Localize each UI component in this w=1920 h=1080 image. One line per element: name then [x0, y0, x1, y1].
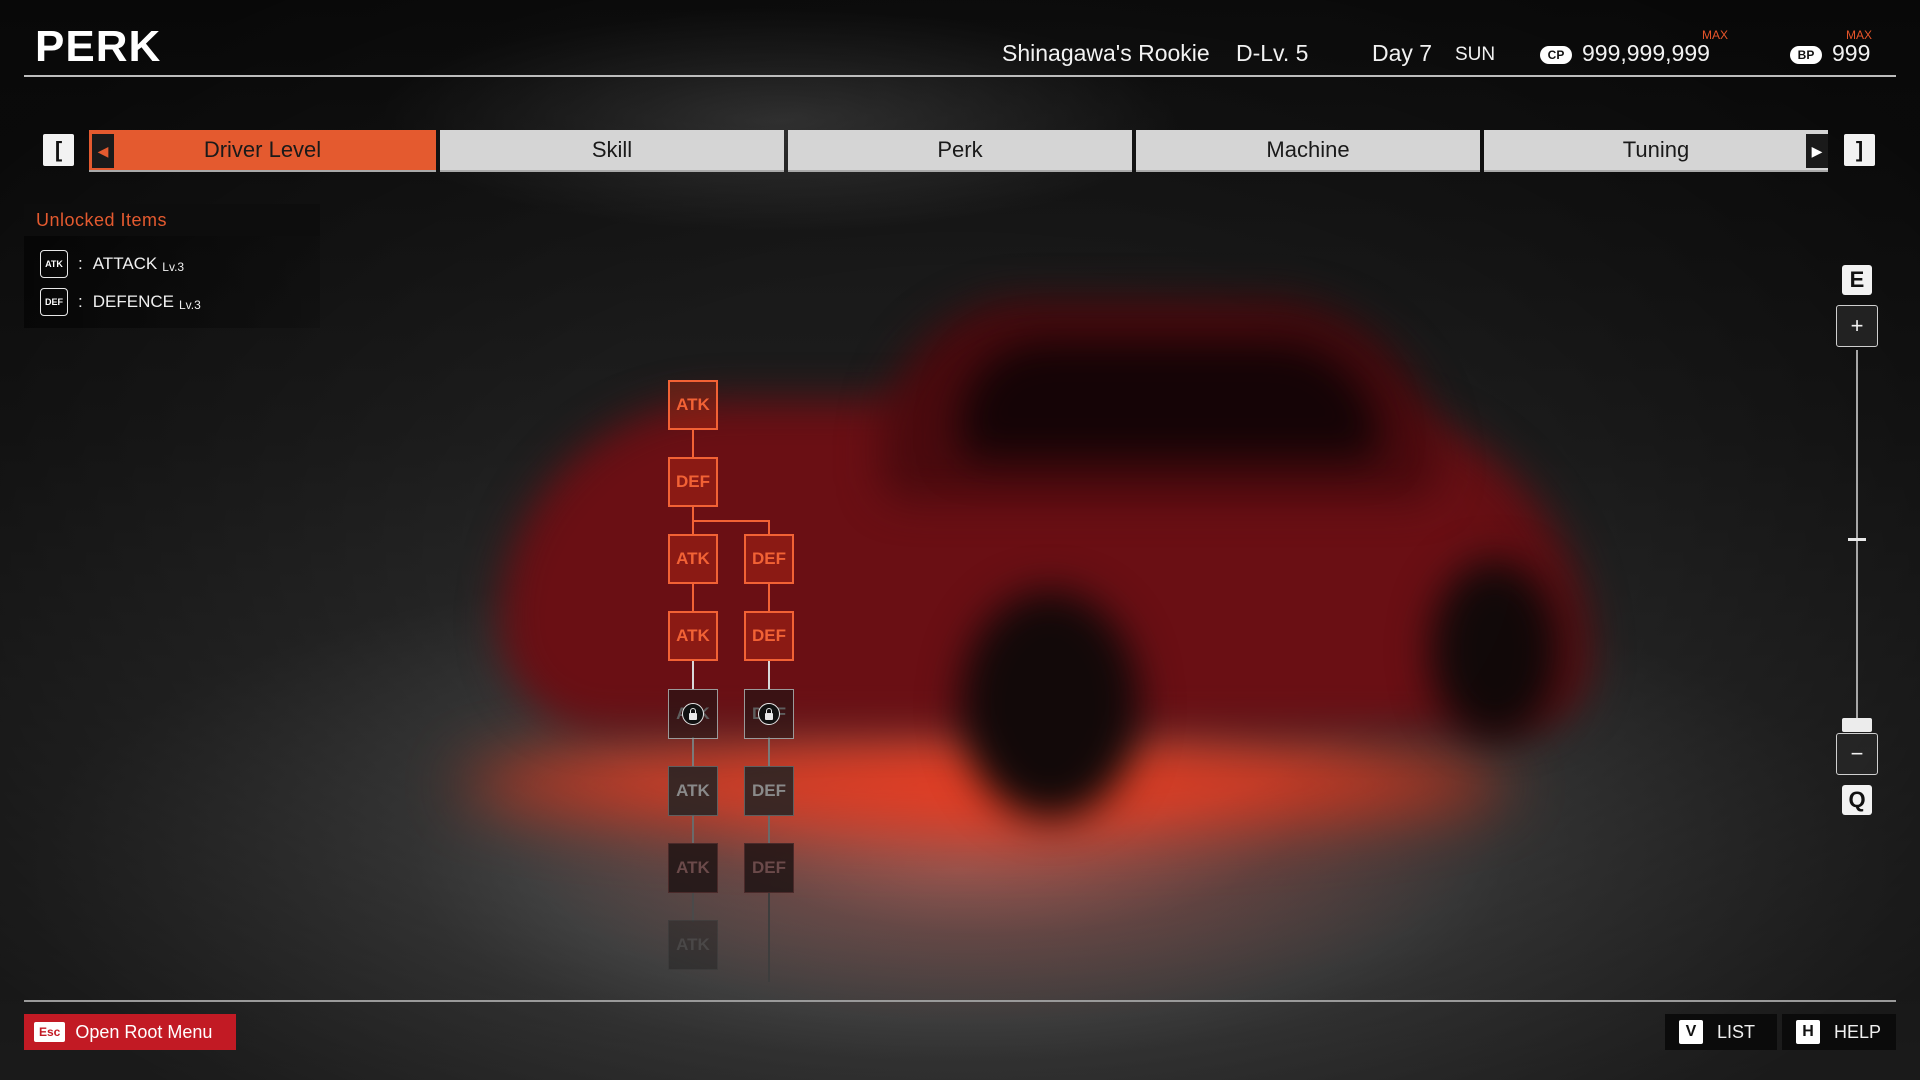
tab-skill[interactable]: Skill [440, 130, 784, 172]
tree-connector [692, 892, 694, 922]
driver-title: Shinagawa's Rookie [1002, 40, 1210, 66]
h-key-icon: H [1796, 1020, 1820, 1044]
perk-node-def[interactable]: DEF [668, 457, 718, 507]
tree-connector [768, 892, 770, 982]
perk-node-atk[interactable]: ATK [668, 766, 718, 816]
unlocked-item-name: DEFENCE [92, 292, 174, 311]
help-button[interactable]: H HELP [1782, 1014, 1896, 1050]
perk-node-atk[interactable]: ATK [668, 920, 718, 970]
tree-connector [692, 428, 694, 458]
zoom-out-key[interactable]: Q [1842, 785, 1872, 815]
tab-prev-arrow-icon[interactable]: ◀ [92, 134, 114, 168]
unlocked-item: DEF : DEFENCE Lv.3 [40, 287, 201, 317]
weekday: SUN [1455, 44, 1496, 65]
open-root-menu-button[interactable]: Esc Open Root Menu [24, 1014, 236, 1050]
tree-connector [768, 814, 770, 844]
unlocked-item-level: Lv.3 [178, 297, 201, 312]
perk-node-atk[interactable]: ATK [668, 843, 718, 893]
unlocked-items-title: Unlocked Items [36, 210, 168, 230]
tab-tuning[interactable]: Tuning [1484, 130, 1828, 172]
tab-next-arrow-icon[interactable]: ▶ [1806, 134, 1828, 168]
perk-node-atk[interactable]: ATK [668, 380, 718, 430]
lock-icon [682, 703, 704, 725]
tree-connector [692, 814, 694, 844]
zoom-slider-thumb[interactable] [1842, 718, 1872, 732]
header-divider [24, 75, 1896, 77]
help-label: HELP [1834, 1021, 1882, 1042]
list-button[interactable]: V LIST [1665, 1014, 1777, 1050]
tree-connector [768, 737, 770, 767]
v-key-icon: V [1679, 1020, 1703, 1044]
unlocked-items-header: Unlocked Items [24, 204, 320, 236]
prev-tab-key[interactable]: [ [43, 134, 74, 166]
car-front-wheel [960, 590, 1140, 820]
bp-value: 999 [1832, 40, 1871, 66]
perk-node-def[interactable]: DEF [744, 534, 794, 584]
tree-connector [692, 737, 694, 767]
cp-icon: CP [1540, 46, 1572, 64]
tab-perk[interactable]: Perk [788, 130, 1132, 172]
zoom-slider-midmark [1848, 538, 1866, 541]
tab-driver-level[interactable]: Driver Level [89, 130, 436, 172]
zoom-out-button[interactable]: − [1836, 733, 1878, 775]
unlocked-item-name: ATTACK [92, 254, 158, 273]
page-title: PERK [35, 22, 162, 71]
cp-value: 999,999,999 [1582, 40, 1710, 66]
next-tab-key[interactable]: ] [1844, 134, 1875, 166]
zoom-in-button[interactable]: + [1836, 305, 1878, 347]
tree-connector [692, 660, 694, 690]
unlocked-item: ATK : ATTACK Lv.3 [40, 249, 184, 279]
zoom-in-key[interactable]: E [1842, 265, 1872, 295]
car-rear-wheel [1430, 560, 1560, 740]
list-label: LIST [1717, 1021, 1756, 1042]
perk-node-def[interactable]: DEF [744, 766, 794, 816]
tree-connector [768, 520, 770, 535]
bp-icon: BP [1790, 46, 1822, 64]
tree-connector [692, 582, 694, 612]
def-icon: DEF [40, 288, 68, 316]
tab-machine[interactable]: Machine [1136, 130, 1480, 172]
tree-connector [768, 582, 770, 612]
perk-node-def[interactable]: DEF [744, 611, 794, 661]
open-root-menu-label: Open Root Menu [75, 1021, 213, 1042]
perk-node-def[interactable]: DEF [744, 843, 794, 893]
perk-node-atk[interactable]: ATK [668, 611, 718, 661]
car-window [960, 340, 1380, 460]
perk-node-atk[interactable]: ATK [668, 534, 718, 584]
atk-icon: ATK [40, 250, 68, 278]
unlocked-item-level: Lv.3 [162, 259, 185, 274]
footer-divider [24, 1000, 1896, 1002]
day-counter: Day 7 [1372, 40, 1433, 66]
lock-icon [758, 703, 780, 725]
tree-connector [692, 520, 770, 522]
tree-connector [768, 660, 770, 690]
driver-level: D-Lv. 5 [1236, 40, 1309, 66]
esc-key-icon: Esc [34, 1022, 66, 1042]
